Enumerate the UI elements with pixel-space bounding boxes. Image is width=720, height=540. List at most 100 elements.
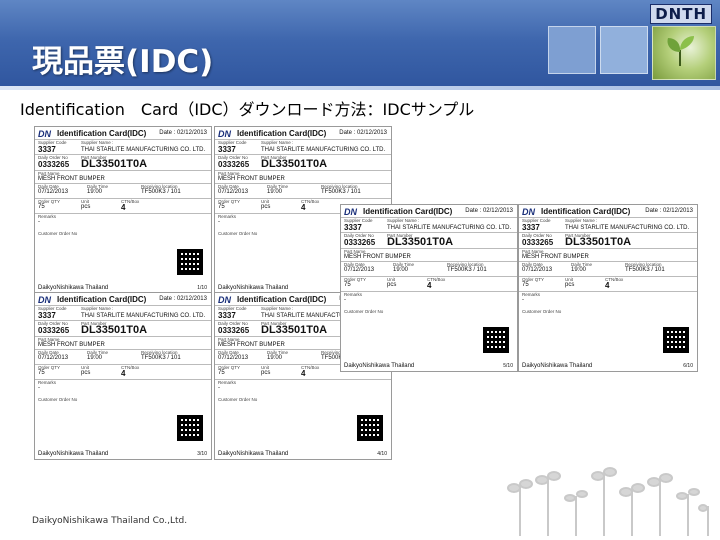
- order-no: 0333265: [38, 326, 70, 335]
- unit: pcs: [81, 204, 91, 210]
- part-number: DL33501T0A: [81, 324, 148, 336]
- part-name: MESH FRONT BUMPER: [218, 176, 285, 182]
- dn-logo-icon: DN: [522, 207, 535, 217]
- card-title: Identification Card(IDC): [237, 129, 327, 138]
- supplier-name-label: Supplier Name :: [81, 306, 114, 311]
- remarks-label: Remarks: [218, 380, 237, 385]
- order-no: 0333265: [38, 160, 70, 169]
- part-number: DL33501T0A: [387, 236, 454, 248]
- remarks: -: [522, 297, 524, 303]
- card-title: Identification Card(IDC): [363, 207, 453, 216]
- part-name: MESH FRONT BUMPER: [522, 254, 589, 260]
- supplier-name-label: Supplier Name :: [81, 140, 114, 145]
- ctn-box: 4: [301, 369, 306, 378]
- receiving-location: TF500K3 / 101: [141, 189, 181, 195]
- idc-card: DN Identification Card(IDC) Date : 02/12…: [518, 204, 698, 372]
- unit: pcs: [261, 370, 271, 376]
- customer-order-label: Customer Order No: [522, 309, 562, 314]
- card-date: Date : 02/12/2013: [465, 208, 513, 214]
- supplier-code: 3337: [218, 145, 236, 154]
- remarks: -: [38, 385, 40, 391]
- decor-tile: [548, 26, 596, 74]
- dn-logo-icon: DN: [218, 295, 231, 305]
- daily-date: 07/12/2013: [38, 189, 69, 195]
- dn-logo-icon: DN: [38, 129, 51, 139]
- page-number: 3/10: [197, 451, 207, 457]
- supplier-name: THAI STARLITE MANUFACTURING CO. LTD.: [81, 313, 206, 319]
- card-date: Date : 02/12/2013: [159, 130, 207, 136]
- card-footer: DaikyoNishikawa Thailand: [344, 363, 415, 369]
- order-qty: 75: [218, 370, 225, 376]
- page-number: 1/10: [197, 285, 207, 291]
- part-number: DL33501T0A: [261, 158, 328, 170]
- part-name: MESH FRONT BUMPER: [218, 342, 285, 348]
- plants-decoration-icon: [507, 467, 709, 536]
- qr-code: [177, 415, 203, 441]
- supplier-name-label: Supplier Name :: [565, 218, 598, 223]
- order-qty: 75: [38, 204, 45, 210]
- dn-logo-icon: DN: [218, 129, 231, 139]
- qr-code: [663, 327, 689, 353]
- order-qty: 75: [38, 370, 45, 376]
- supplier-code: 3337: [344, 223, 362, 232]
- sprout-icon: [667, 36, 694, 66]
- idc-card: DN Identification Card(IDC) Date : 02/12…: [340, 204, 518, 372]
- supplier-code: 3337: [218, 311, 236, 320]
- ctn-box: 4: [301, 203, 306, 212]
- daily-date: 07/12/2013: [344, 267, 375, 273]
- receiving-location: TF500K3 / 101: [141, 355, 181, 361]
- ctn-box: 4: [427, 281, 432, 290]
- order-qty: 75: [522, 282, 529, 288]
- part-name: MESH FRONT BUMPER: [344, 254, 411, 260]
- daily-time: 19:00: [87, 355, 103, 361]
- unit: pcs: [565, 282, 575, 288]
- part-name: MESH FRONT BUMPER: [38, 176, 105, 182]
- remarks: -: [218, 219, 220, 225]
- daily-time: 19:00: [267, 189, 283, 195]
- unit: pcs: [261, 204, 271, 210]
- qr-code: [177, 249, 203, 275]
- card-date: Date : 02/12/2013: [339, 130, 387, 136]
- order-no: 0333265: [522, 238, 554, 247]
- receiving-location: TF500K3 / 101: [447, 267, 487, 273]
- remarks: -: [218, 385, 220, 391]
- part-number: DL33501T0A: [81, 158, 148, 170]
- supplier-code: 3337: [38, 145, 56, 154]
- daily-time: 19:00: [393, 267, 409, 273]
- card-footer: DaikyoNishikawa Thailand: [218, 451, 289, 457]
- receiving-location: TF500K3 / 101: [321, 189, 361, 195]
- dn-logo-icon: DN: [344, 207, 357, 217]
- daily-time: 19:00: [267, 355, 283, 361]
- order-no: 0333265: [344, 238, 376, 247]
- supplier-code: 3337: [522, 223, 540, 232]
- qr-code: [483, 327, 509, 353]
- page-number: 6/10: [683, 363, 693, 369]
- slide-title: 現品票(IDC): [32, 44, 214, 80]
- card-title: Identification Card(IDC): [541, 207, 631, 216]
- order-no: 0333265: [218, 160, 250, 169]
- part-number: DL33501T0A: [261, 324, 328, 336]
- page-number: 4/10: [377, 451, 387, 457]
- idc-card: DN Identification Card(IDC) Date : 02/12…: [34, 126, 212, 294]
- ctn-box: 4: [605, 281, 610, 290]
- supplier-name: THAI STARLITE MANUFACTURING CO. LTD.: [387, 225, 512, 231]
- remarks-label: Remarks: [522, 292, 541, 297]
- card-date: Date : 02/12/2013: [645, 208, 693, 214]
- card-footer: DaikyoNishikawa Thailand: [218, 285, 289, 291]
- remarks: -: [38, 219, 40, 225]
- order-qty: 75: [218, 204, 225, 210]
- ctn-box: 4: [121, 369, 126, 378]
- order-no: 0333265: [218, 326, 250, 335]
- subtitle: Identification Card（IDC）ダウンロード方法：IDCサンプル: [20, 100, 475, 119]
- receiving-location: TF500K3 / 101: [625, 267, 665, 273]
- remarks-label: Remarks: [344, 292, 363, 297]
- supplier-name-label: Supplier Name :: [387, 218, 420, 223]
- card-footer: DaikyoNishikawa Thailand: [38, 451, 109, 457]
- header-band: 現品票(IDC) DNTH: [0, 0, 720, 90]
- customer-order-label: Customer Order No: [38, 397, 78, 402]
- card-footer: DaikyoNishikawa Thailand: [522, 363, 593, 369]
- unit: pcs: [81, 370, 91, 376]
- page-number: 5/10: [503, 363, 513, 369]
- supplier-name: THAI STARLITE MANUFACTURING CO. LTD.: [565, 225, 690, 231]
- customer-order-label: Customer Order No: [218, 397, 258, 402]
